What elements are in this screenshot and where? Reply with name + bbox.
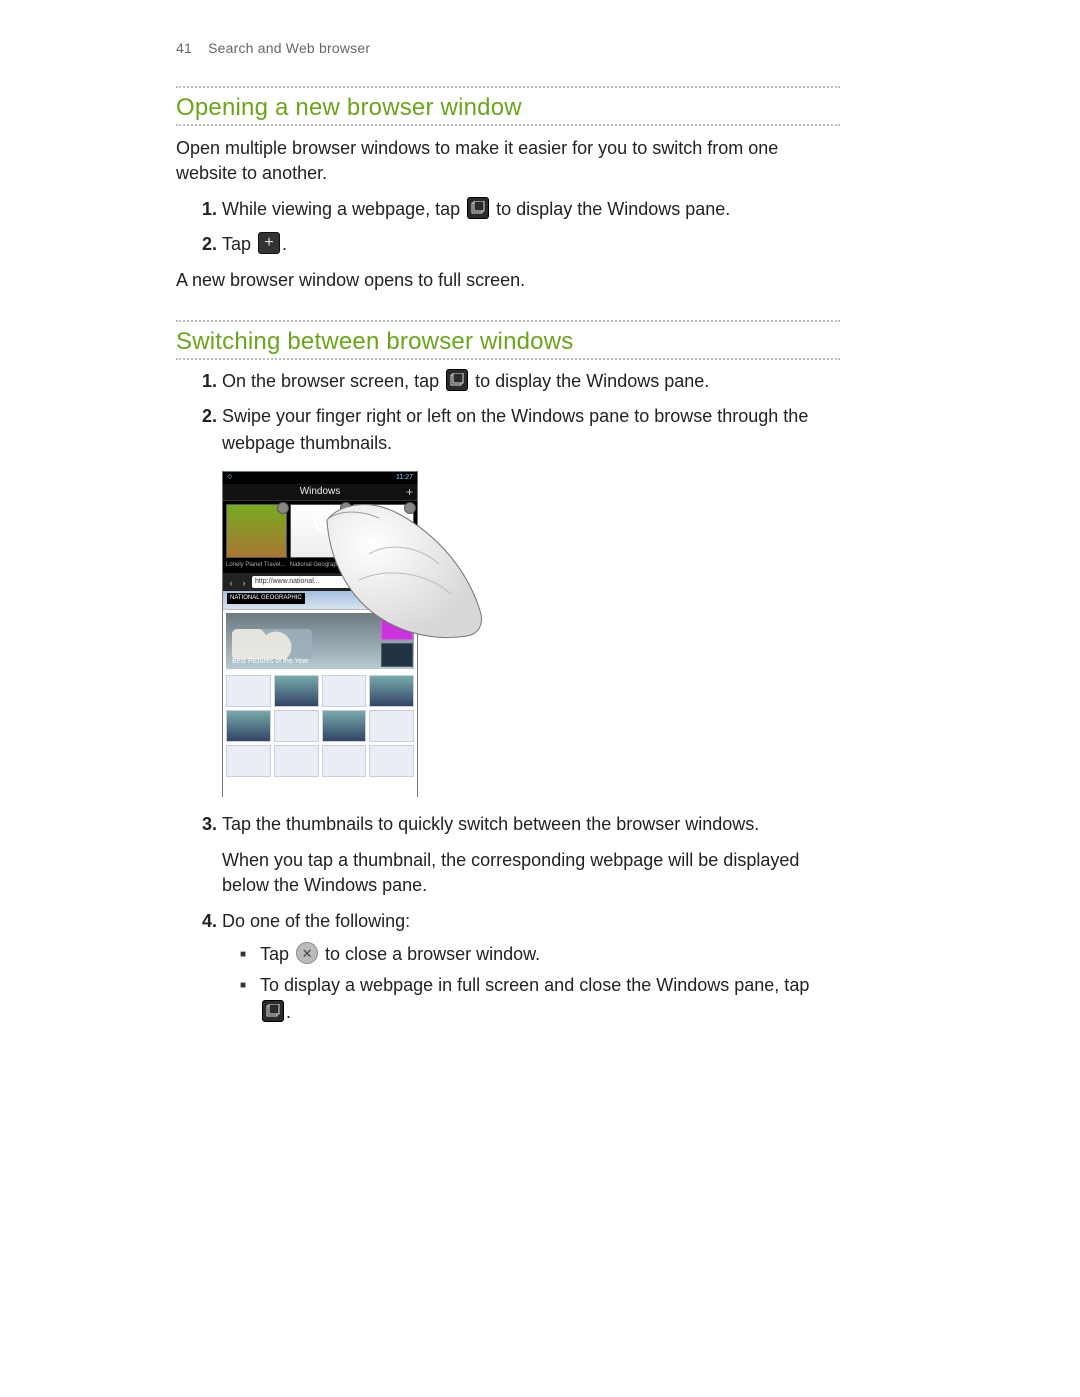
grid-card — [274, 710, 319, 742]
step-2: Tap +. — [222, 231, 840, 258]
step-text: Swipe your finger right or left on the W… — [222, 406, 808, 453]
windows-pane-icon — [467, 197, 489, 219]
status-time: 11:27 — [396, 473, 413, 484]
close-icon — [340, 502, 352, 514]
thumbnail-captions: Lonely Planet Travel... National Geograp… — [223, 561, 417, 573]
feature-block: Best Pictures of the Year — [226, 613, 414, 669]
close-icon — [277, 502, 289, 514]
document-page: 41 Search and Web browser Opening a new … — [0, 0, 1080, 1397]
grid-card — [369, 710, 414, 742]
step-text-post: . — [282, 234, 287, 254]
bullet-text-post: . — [286, 1002, 291, 1022]
close-icon: ✕ — [296, 942, 318, 964]
phone-thumbnails-row — [223, 501, 417, 561]
bullet-text-pre: To display a webpage in full screen and … — [260, 975, 809, 995]
thumbnail-caption: National Geograp... — [290, 561, 351, 570]
page-header: 41 Search and Web browser — [176, 40, 840, 56]
step-text: Tap the thumbnails to quickly switch bet… — [222, 814, 759, 834]
grid-card — [322, 710, 367, 742]
grid-card — [322, 745, 367, 777]
back-icon: ‹ — [226, 577, 236, 587]
step-2: Swipe your finger right or left on the W… — [222, 403, 840, 797]
close-icon — [404, 502, 416, 514]
section-title: Opening a new browser window — [176, 88, 840, 126]
grid-card — [274, 675, 319, 707]
grid-card — [226, 675, 271, 707]
step-text-pre: While viewing a webpage, tap — [222, 199, 465, 219]
feature-caption: Best Pictures of the Year — [232, 657, 309, 668]
thumbnail — [226, 504, 287, 558]
forward-icon: › — [239, 577, 249, 587]
step-1: While viewing a webpage, tap to display … — [222, 196, 840, 223]
thumbnail-caption: Lonely Planet Travel... — [226, 561, 287, 570]
windows-pane-icon — [446, 369, 468, 391]
step-4-sublist: Tap ✕ to close a browser window. To disp… — [222, 941, 840, 1026]
section-switching-windows: Switching between browser windows On the… — [176, 320, 840, 1026]
bullet-text-post: to close a browser window. — [325, 944, 540, 964]
thumbnail — [290, 504, 351, 558]
step-4: Do one of the following: Tap ✕ to close … — [222, 908, 840, 1026]
grid-card — [369, 675, 414, 707]
section-title: Switching between browser windows — [176, 322, 840, 360]
feature-image — [232, 629, 312, 659]
section-opening-new-window: Opening a new browser window Open multip… — [176, 86, 840, 292]
thumbnail — [353, 504, 414, 558]
grid-card — [226, 745, 271, 777]
url-field: http://www.national... — [252, 576, 401, 588]
hero-banner: NATIONAL GEOGRAPHIC — [223, 591, 417, 610]
grid-card — [322, 675, 367, 707]
phone-status-bar: ⟐ 11:27 — [223, 472, 417, 484]
step-text-pre: On the browser screen, tap — [222, 371, 444, 391]
outro-paragraph: A new browser window opens to full scree… — [176, 268, 840, 293]
step-1: On the browser screen, tap to display th… — [222, 368, 840, 395]
phone-web-content: NATIONAL GEOGRAPHIC Best Pictures of the… — [223, 591, 417, 799]
step-text: Do one of the following: — [222, 911, 410, 931]
grid-card — [274, 745, 319, 777]
phone-url-bar: ‹ › http://www.national... ■ — [223, 573, 417, 591]
side-thumb — [381, 643, 413, 667]
intro-paragraph: Open multiple browser windows to make it… — [176, 136, 840, 186]
bullet-text-pre: Tap — [260, 944, 294, 964]
plus-icon: + — [406, 484, 413, 500]
grid-card — [226, 710, 271, 742]
step-3: Tap the thumbnails to quickly switch bet… — [222, 811, 840, 898]
figure-phone-screenshot: ⟐ 11:27 Windows + Lon — [222, 471, 418, 797]
windows-pane-icon — [262, 1000, 284, 1022]
breadcrumb: Search and Web browser — [208, 40, 370, 56]
content-column: 41 Search and Web browser Opening a new … — [176, 40, 840, 1026]
steps-list: While viewing a webpage, tap to display … — [176, 196, 840, 258]
side-thumb — [381, 616, 413, 640]
content-grid — [223, 672, 417, 780]
windows-bar-label: Windows — [300, 486, 341, 497]
step-text-post: to display the Windows pane. — [475, 371, 709, 391]
page-number: 41 — [176, 40, 204, 56]
sub-bullet-fullscreen: To display a webpage in full screen and … — [260, 972, 840, 1026]
step-text-post: to display the Windows pane. — [496, 199, 730, 219]
step-3-note: When you tap a thumbnail, the correspond… — [222, 848, 840, 898]
brand-label: NATIONAL GEOGRAPHIC — [227, 593, 305, 604]
steps-list: On the browser screen, tap to display th… — [176, 368, 840, 1026]
sub-bullet-close: Tap ✕ to close a browser window. — [260, 941, 840, 968]
stop-icon: ■ — [404, 577, 414, 587]
grid-card — [369, 745, 414, 777]
plus-icon: + — [258, 232, 280, 254]
phone-windows-bar: Windows + — [223, 484, 417, 501]
step-text-pre: Tap — [222, 234, 256, 254]
